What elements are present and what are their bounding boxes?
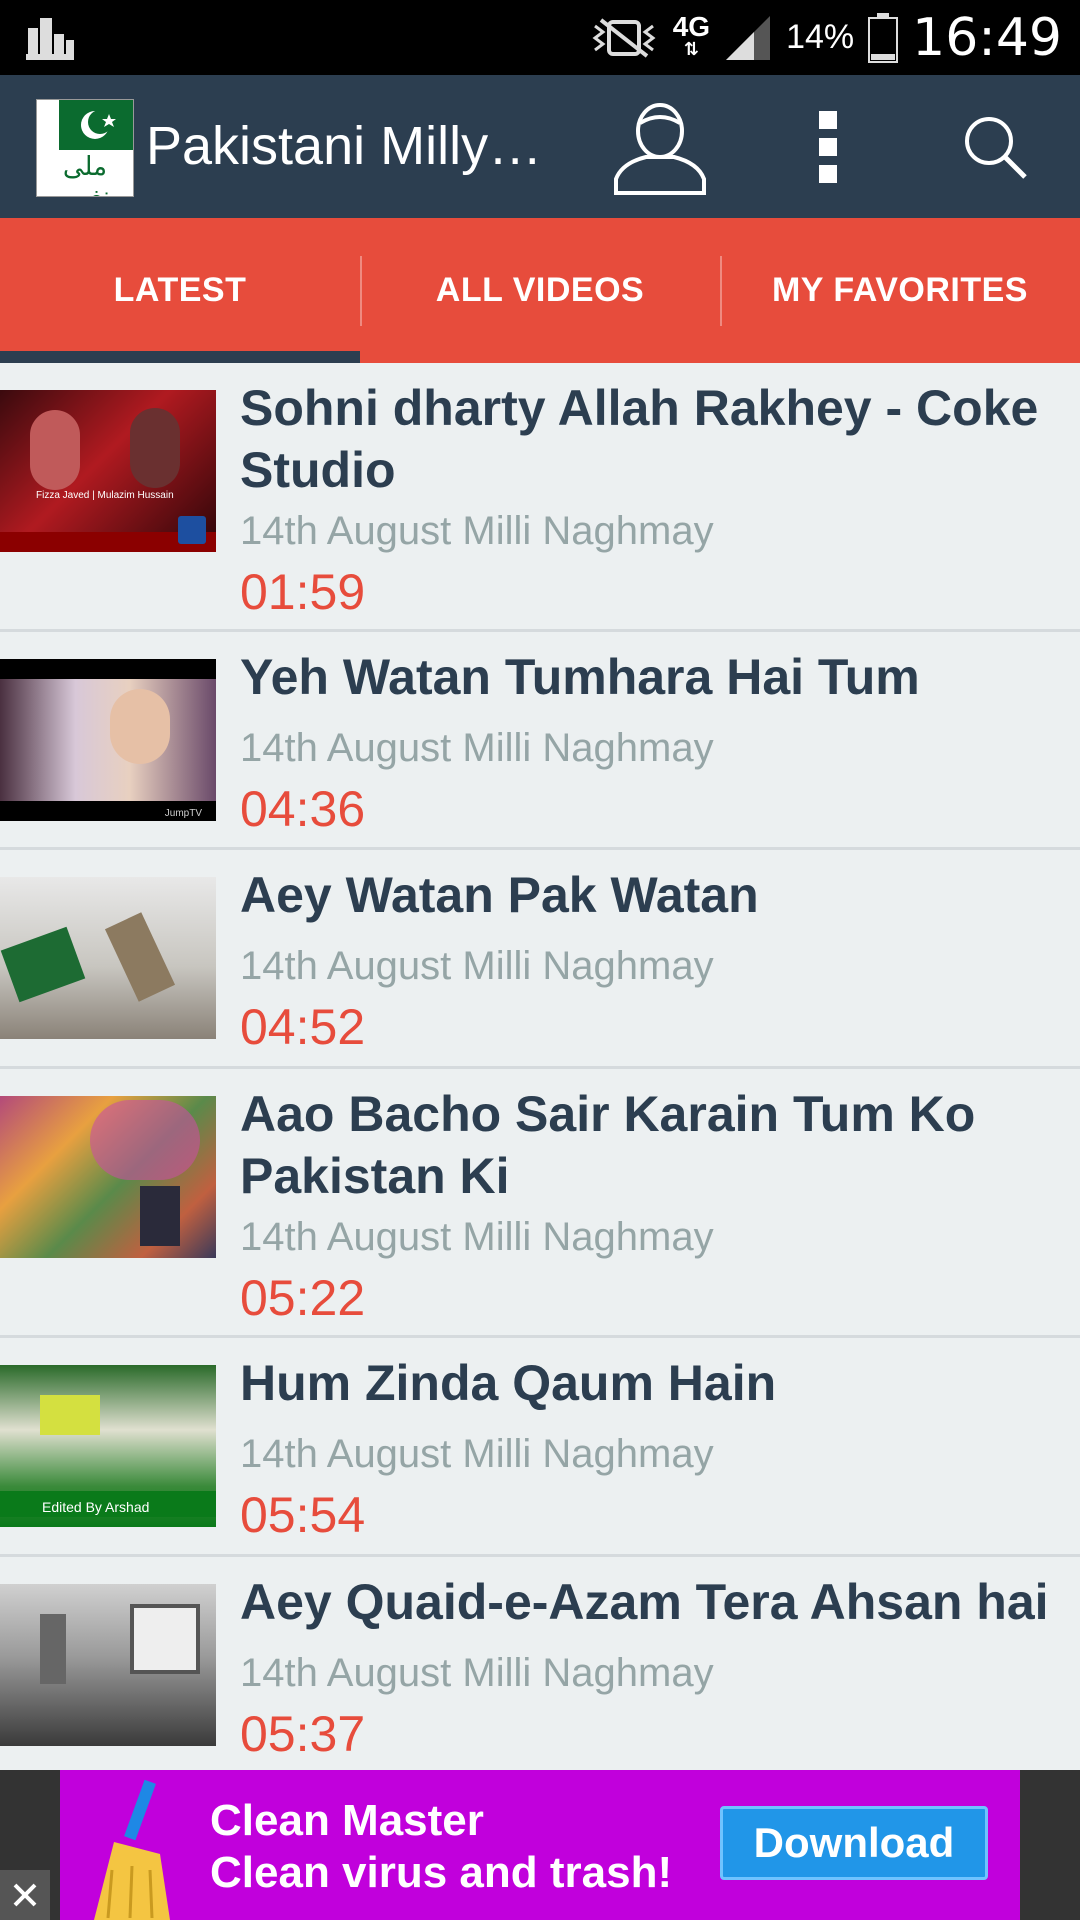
network-type: 4G	[672, 10, 711, 42]
list-item[interactable]: Edited By Arshad Hum Zinda Qaum Hain 14t…	[0, 1338, 1080, 1557]
ad-container: Clean Master Clean virus and trash! Down…	[0, 1770, 1080, 1920]
video-thumbnail[interactable]	[0, 1096, 216, 1258]
tab-all-videos[interactable]: ALL VIDEOS	[360, 218, 720, 363]
video-duration: 05:37	[240, 1706, 366, 1762]
video-category: 14th August Milli Naghmay	[240, 1215, 714, 1259]
video-category: 14th August Milli Naghmay	[240, 726, 714, 770]
video-thumbnail[interactable]: Fizza Javed | Mulazim Hussain	[0, 390, 216, 552]
list-item[interactable]: JumpTV Yeh Watan Tumhara Hai Tum 14th Au…	[0, 632, 1080, 850]
video-duration: 01:59	[240, 564, 366, 620]
list-item[interactable]: Aey Watan Pak Watan 14th August Milli Na…	[0, 850, 1080, 1069]
thumbnail-caption: Edited By Arshad	[42, 1499, 150, 1515]
search-icon	[965, 117, 1027, 179]
tab-my-favorites[interactable]: MY FAVORITES	[720, 218, 1080, 363]
broom-icon	[94, 1779, 170, 1920]
pakistan-flag-icon	[37, 100, 133, 150]
list-item[interactable]: Aao Bacho Sair Karain Tum Ko Pakistan Ki…	[0, 1069, 1080, 1338]
thumbnail-caption: Fizza Javed | Mulazim Hussain	[36, 490, 174, 501]
video-title: Sohni dharty Allah Rakhey - Coke Studio	[240, 380, 1039, 498]
video-duration: 04:52	[240, 999, 366, 1055]
more-vert-icon	[819, 111, 837, 183]
clock: 16:49	[912, 7, 1062, 68]
signal-icon	[726, 15, 771, 60]
video-category: 14th August Milli Naghmay	[240, 944, 714, 988]
ad-banner[interactable]: Clean Master Clean virus and trash! Down…	[60, 1770, 1020, 1920]
video-duration: 05:22	[240, 1270, 366, 1326]
video-thumbnail[interactable]: Edited By Arshad	[0, 1365, 216, 1527]
logo-text: ملی نغمے	[59, 152, 111, 197]
network-indicator: 4G ⇅	[672, 10, 711, 60]
video-title: Aey Quaid-e-Azam Tera Ahsan hai	[240, 1574, 1049, 1630]
video-title: Hum Zinda Qaum Hain	[240, 1355, 777, 1411]
building-icon	[26, 18, 74, 60]
app-logo[interactable]: ملی نغمے	[36, 99, 134, 197]
tab-bar: LATEST ALL VIDEOS MY FAVORITES	[0, 218, 1080, 363]
overflow-menu-button[interactable]	[778, 97, 878, 197]
video-category: 14th August Milli Naghmay	[240, 1651, 714, 1695]
video-category: 14th August Milli Naghmay	[240, 509, 714, 553]
video-thumbnail[interactable]	[0, 1584, 216, 1746]
vibrate-mute-icon	[592, 17, 656, 58]
video-title: Aao Bacho Sair Karain Tum Ko Pakistan Ki	[240, 1086, 976, 1204]
ad-subtitle: Clean virus and trash!	[210, 1848, 673, 1897]
ad-title: Clean Master	[210, 1796, 484, 1845]
video-duration: 05:54	[240, 1487, 366, 1543]
status-bar: 4G ⇅ 14% 16:49	[0, 0, 1080, 75]
tab-latest[interactable]: LATEST	[0, 218, 360, 363]
close-icon	[13, 1883, 37, 1907]
video-thumbnail[interactable]	[0, 877, 216, 1039]
user-icon	[614, 103, 706, 195]
video-title: Aey Watan Pak Watan	[240, 867, 759, 923]
video-thumbnail[interactable]: JumpTV	[0, 659, 216, 821]
battery-percent: 14%	[786, 18, 855, 56]
video-list: Fizza Javed | Mulazim Hussain Sohni dhar…	[0, 363, 1080, 1777]
video-title: Yeh Watan Tumhara Hai Tum	[240, 649, 920, 705]
thumbnail-caption: JumpTV	[164, 808, 202, 819]
list-item[interactable]: Aey Quaid-e-Azam Tera Ahsan hai 14th Aug…	[0, 1557, 1080, 1777]
ad-download-button[interactable]: Download	[720, 1806, 988, 1880]
video-duration: 04:36	[240, 781, 366, 837]
app-bar: ملی نغمے Pakistani Milly…	[0, 75, 1080, 218]
search-button[interactable]	[945, 97, 1045, 197]
app-title: Pakistani Milly…	[146, 116, 543, 176]
list-item[interactable]: Fizza Javed | Mulazim Hussain Sohni dhar…	[0, 363, 1080, 632]
battery-icon	[868, 12, 899, 63]
video-category: 14th August Milli Naghmay	[240, 1432, 714, 1476]
profile-button[interactable]	[610, 97, 710, 197]
ad-close-button[interactable]	[0, 1870, 50, 1920]
